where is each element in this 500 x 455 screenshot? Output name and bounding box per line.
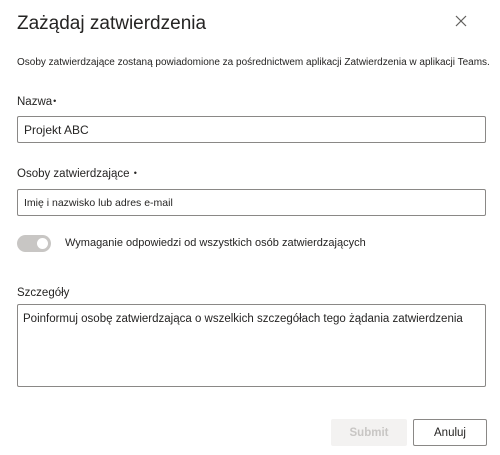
approvers-input[interactable] (17, 189, 486, 216)
details-label: Szczegóły (17, 287, 70, 299)
approvers-label-text: Osoby zatwierdzające (17, 168, 130, 180)
dialog-title: Zażądaj zatwierdzenia (17, 13, 207, 34)
submit-button[interactable]: Submit (331, 419, 407, 446)
name-label: Nazwa• (17, 96, 56, 108)
close-icon (455, 15, 467, 27)
close-button[interactable] (450, 10, 472, 32)
name-label-text: Nazwa (17, 96, 53, 108)
toggle-knob (37, 237, 48, 249)
approvers-label: Osoby zatwierdzające • (17, 168, 137, 180)
cancel-button[interactable]: Anuluj (413, 419, 487, 446)
require-all-label: Wymaganie odpowiedzi od wszystkich osób … (65, 237, 366, 249)
details-textarea[interactable] (17, 304, 486, 387)
name-required-mark: • (53, 96, 57, 106)
dialog-description: Osoby zatwierdzające zostaną powiadomion… (17, 57, 490, 68)
require-all-row: Wymaganie odpowiedzi od wszystkich osób … (17, 233, 366, 253)
require-all-toggle[interactable] (17, 234, 51, 252)
request-approval-dialog: Zażądaj zatwierdzenia Osoby zatwierdzają… (0, 0, 500, 455)
name-input[interactable] (17, 116, 486, 143)
approvers-required-mark: • (133, 168, 137, 178)
